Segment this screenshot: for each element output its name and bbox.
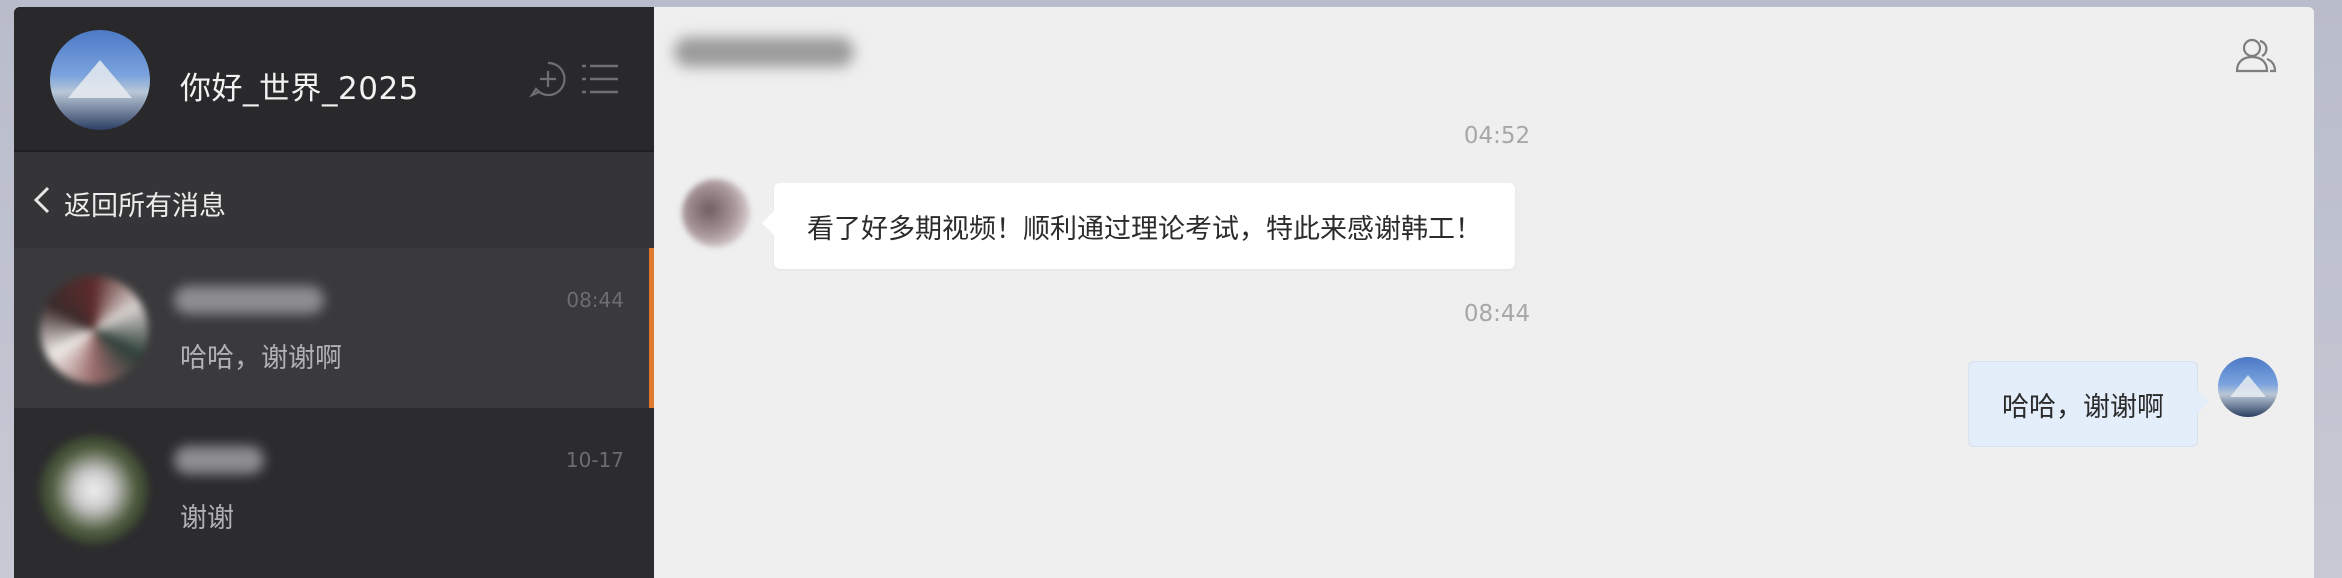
message-timestamp: 08:44 [1463, 301, 1531, 327]
contact-avatar [40, 436, 148, 544]
conversation-item[interactable]: 08:44 哈哈，谢谢啊 [14, 248, 654, 408]
profile-avatar[interactable] [50, 30, 150, 130]
sidebar: 你好_世界_2025 返回所有消息 08:44 哈哈，谢谢啊 10-17 谢谢 [14, 7, 654, 578]
message-text: 哈哈，谢谢啊 [2002, 391, 2164, 423]
chat-window: 你好_世界_2025 返回所有消息 08:44 哈哈，谢谢啊 10-17 谢谢 … [14, 7, 2314, 578]
profile-header: 你好_世界_2025 [14, 7, 654, 150]
profile-name: 你好_世界_2025 [180, 71, 419, 107]
pyramid-image [2230, 375, 2266, 397]
outgoing-message-bubble[interactable]: 哈哈，谢谢啊 [1968, 361, 2209, 447]
conversation-preview: 谢谢 [180, 503, 234, 534]
own-avatar[interactable] [2218, 357, 2278, 417]
message-text: 看了好多期视频！顺利通过理论考试，特此来感谢韩工！ [807, 213, 1482, 245]
members-icon[interactable] [2234, 35, 2278, 79]
conversation-time: 08:44 [566, 288, 624, 312]
pyramid-image [68, 60, 132, 98]
back-label: 返回所有消息 [64, 191, 226, 222]
chat-panel: 04:52 看了好多期视频！顺利通过理论考试，特此来感谢韩工！ 08:44 哈哈… [654, 7, 2314, 578]
back-to-all-messages[interactable]: 返回所有消息 [14, 152, 654, 248]
contact-avatar [40, 276, 148, 384]
menu-list-icon[interactable] [580, 61, 620, 101]
conversation-preview: 哈哈，谢谢啊 [180, 343, 342, 374]
plus-chat-icon[interactable] [528, 59, 568, 103]
contact-name-blurred [174, 286, 324, 314]
chevron-left-icon [32, 186, 52, 218]
chat-title-blurred [674, 37, 854, 67]
message-timestamp: 04:52 [1463, 123, 1531, 149]
conversation-item[interactable]: 10-17 谢谢 [14, 408, 654, 568]
contact-name-blurred [174, 446, 264, 474]
conversation-time: 10-17 [565, 448, 624, 472]
incoming-message-bubble[interactable]: 看了好多期视频！顺利通过理论考试，特此来感谢韩工！ [762, 183, 1515, 269]
contact-avatar[interactable] [682, 179, 750, 247]
